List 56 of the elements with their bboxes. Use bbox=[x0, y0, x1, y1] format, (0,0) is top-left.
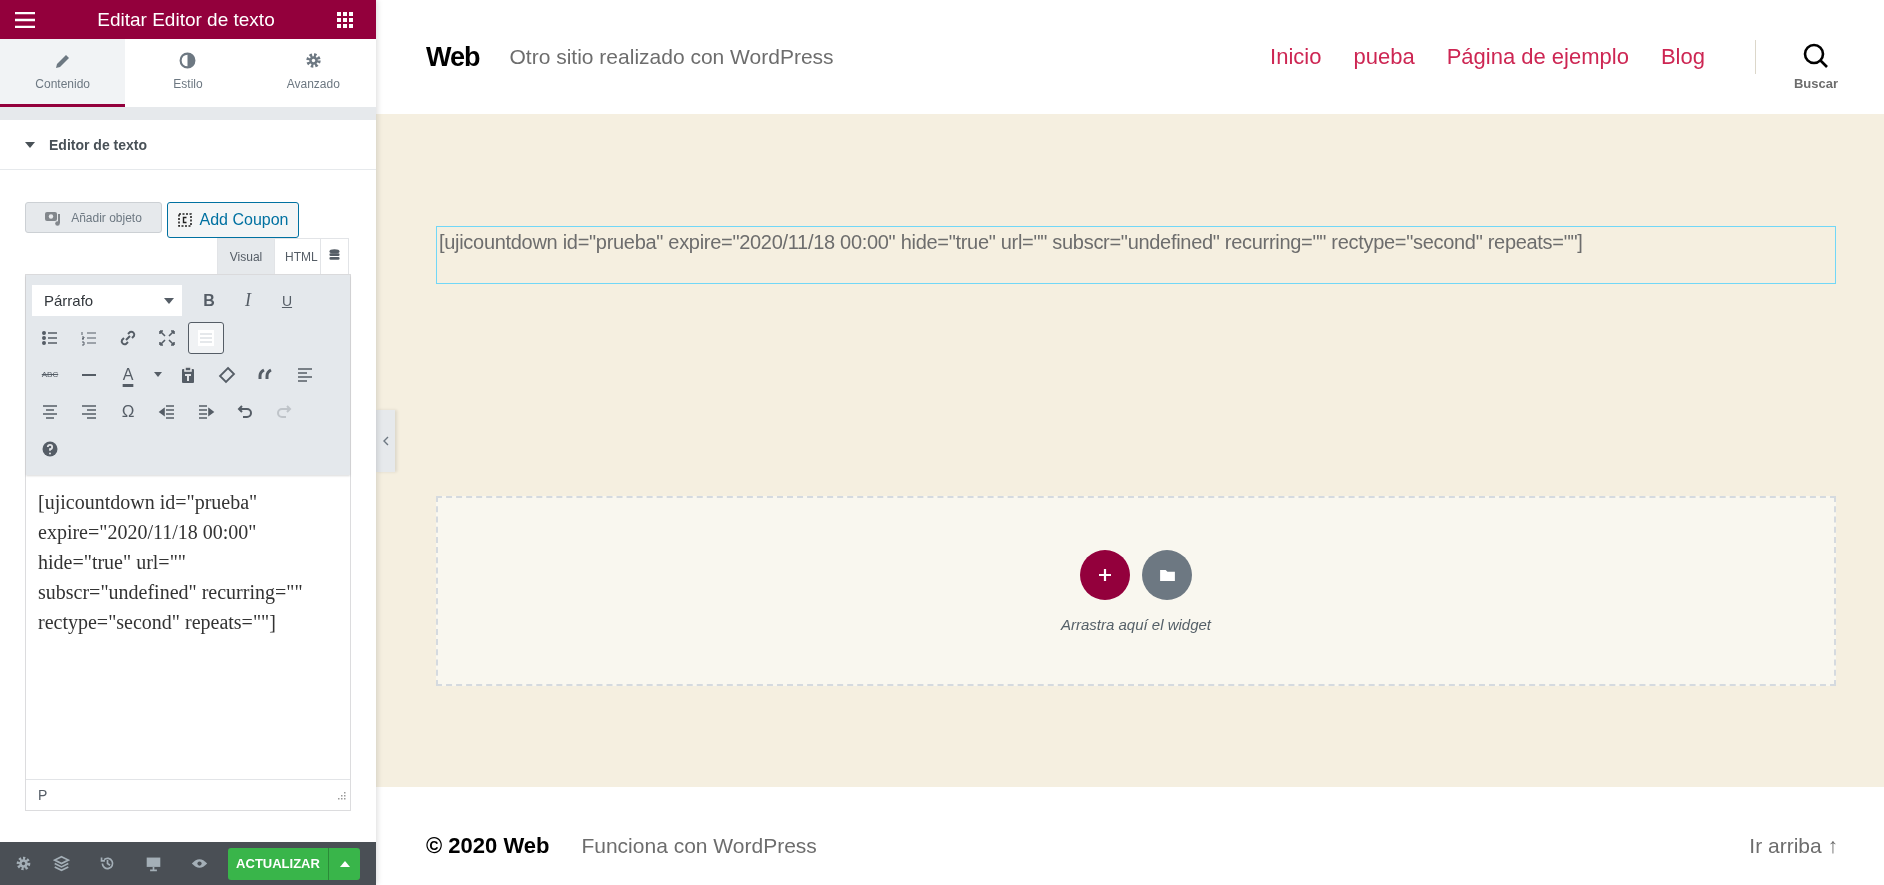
italic-button[interactable]: I bbox=[230, 284, 266, 317]
forecolor-button[interactable]: A bbox=[110, 358, 146, 391]
hr-icon bbox=[82, 373, 96, 376]
add-media-button[interactable]: Añadir objeto bbox=[25, 202, 162, 233]
caret-icon bbox=[164, 297, 174, 304]
bold-button[interactable]: B bbox=[191, 284, 227, 317]
strike-button[interactable]: ABC bbox=[32, 358, 68, 391]
eraser-icon bbox=[217, 364, 237, 385]
element-path: P bbox=[38, 787, 48, 803]
menu-icon[interactable] bbox=[15, 11, 35, 28]
editor-text[interactable]: [ujicountdown id="prueba" expire="2020/11/18 00:00" hide="true" url="" subscr="undefined" recurring="" rectype="second" repeats=""] bbox=[26, 475, 350, 779]
template-library-button[interactable] bbox=[1142, 549, 1192, 600]
update-button[interactable]: ACTUALIZAR bbox=[228, 847, 328, 880]
pencil-icon bbox=[54, 52, 71, 69]
database-icon bbox=[329, 248, 340, 262]
underline-button[interactable]: U bbox=[269, 284, 305, 317]
nav-link[interactable]: Blog bbox=[1660, 44, 1705, 70]
chevron-left-icon bbox=[382, 436, 389, 446]
folder-icon bbox=[1159, 568, 1175, 581]
panel-title: Editar Editor de texto bbox=[97, 8, 275, 31]
add-section-button[interactable] bbox=[1080, 549, 1130, 600]
editor-tab[interactable]: Visual bbox=[217, 238, 275, 274]
resize-handle-icon[interactable] bbox=[336, 790, 346, 800]
charmap-button[interactable]: Ω bbox=[110, 395, 146, 428]
site-title[interactable]: Web bbox=[426, 41, 480, 73]
site-tagline: Otro sitio realizado con WordPress bbox=[509, 45, 834, 69]
caret-icon bbox=[154, 372, 162, 377]
nav-link[interactable]: Inicio bbox=[1270, 44, 1322, 70]
drop-hint: Arrastra aquí el widget bbox=[1060, 615, 1212, 633]
fullscreen-icon bbox=[157, 327, 177, 348]
history-icon bbox=[98, 855, 116, 872]
panel-tab[interactable]: Contenido bbox=[0, 39, 126, 107]
toggle-icon bbox=[196, 327, 216, 348]
format-select[interactable]: Párrafo bbox=[32, 285, 182, 316]
layers-icon bbox=[52, 855, 70, 872]
caret-up-icon bbox=[339, 860, 350, 867]
add-coupon-button[interactable]: Add Coupon bbox=[167, 202, 299, 238]
save-options-button[interactable] bbox=[328, 847, 360, 880]
search-button[interactable]: Buscar bbox=[1793, 43, 1838, 91]
grid-icon[interactable] bbox=[337, 11, 353, 28]
nav-link[interactable]: Página de ejemplo bbox=[1446, 44, 1629, 70]
toggle-button[interactable] bbox=[188, 321, 224, 354]
settings-icon bbox=[304, 52, 322, 69]
powered-by-link[interactable]: Funciona con WordPress bbox=[581, 834, 817, 858]
settings-icon bbox=[14, 855, 32, 872]
shortcode-text[interactable]: [ujicountdown id="prueba" expire="2020/11/18 00:00" hide="true" url="" subscr="undefined" recurring="" rectype="second" repeats=""] bbox=[436, 226, 1836, 284]
coupon-icon bbox=[177, 213, 192, 227]
monitor-icon bbox=[144, 855, 162, 872]
database-button[interactable] bbox=[320, 238, 349, 274]
search-icon bbox=[1802, 43, 1829, 69]
copyright-text: © 2020 Web bbox=[426, 833, 550, 859]
caret-icon bbox=[25, 141, 35, 148]
nav-link[interactable]: pueba bbox=[1353, 44, 1415, 70]
plus-icon bbox=[1098, 567, 1112, 582]
contrast-icon bbox=[179, 52, 197, 69]
back-to-top-link[interactable]: Ir arriba ↑ bbox=[1749, 834, 1838, 858]
